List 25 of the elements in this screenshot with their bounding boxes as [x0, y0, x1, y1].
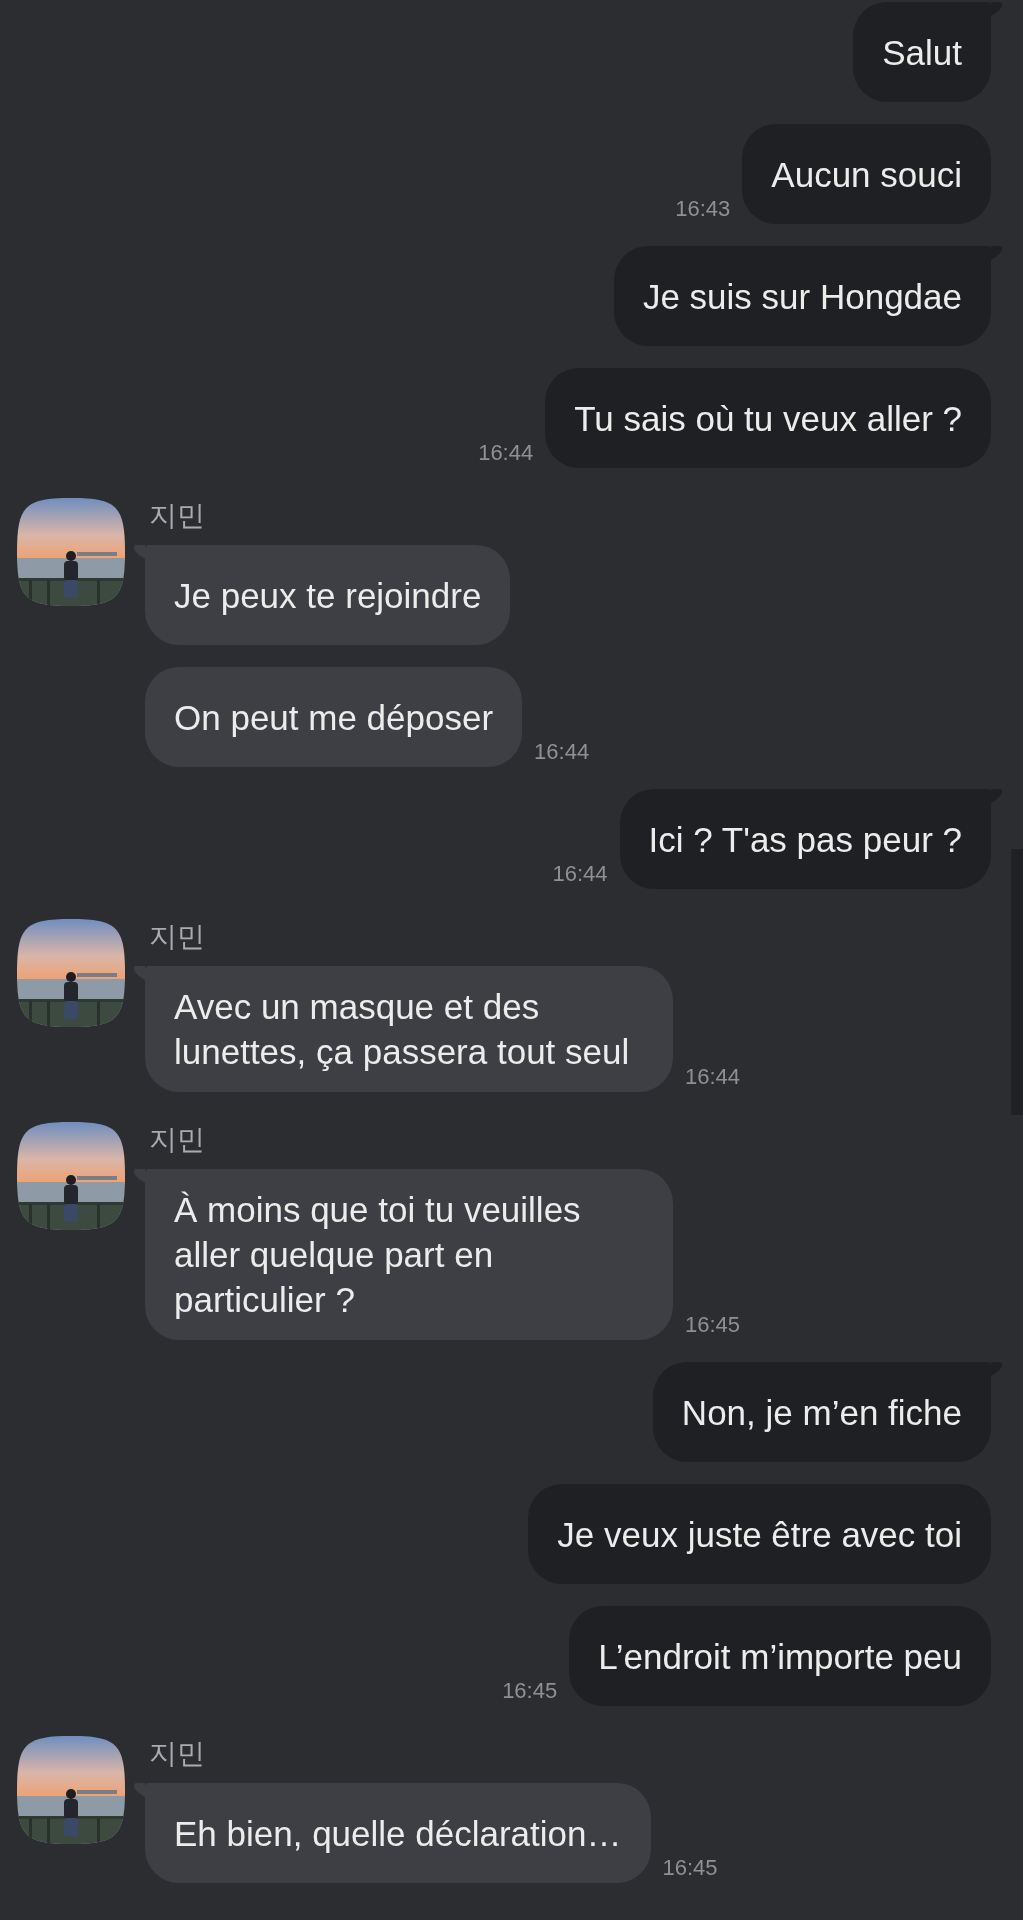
- message-bubble: Je suis sur Hongdae: [613, 246, 991, 346]
- message-bubble: Eh bien, quelle déclaration…: [145, 1783, 651, 1883]
- message-bubble: Aucun souci: [742, 124, 991, 224]
- message-bubble: L’endroit m’importe peu: [569, 1606, 991, 1706]
- message-bubble: Avec un masque et des lunettes, ça passera tout seul: [145, 966, 673, 1092]
- timestamp: 16:43: [675, 196, 731, 222]
- timestamp: 16:44: [534, 739, 590, 765]
- message-bubble: Non, je m’en fiche: [652, 1362, 991, 1462]
- sender-name: 지민: [148, 1123, 206, 1157]
- timestamp: 16:44: [685, 1064, 741, 1090]
- message-bubble: Je veux juste être avec toi: [528, 1484, 991, 1584]
- sender-name: 지민: [148, 499, 206, 533]
- message-bubble: Ici ? T'as pas peur ?: [619, 789, 991, 889]
- timestamp: 16:45: [662, 1855, 718, 1881]
- message-bubble: Je peux te rejoindre: [145, 545, 511, 645]
- message-bubble: On peut me déposer: [145, 667, 523, 767]
- sender-name: 지민: [148, 920, 206, 954]
- timestamp: 16:45: [502, 1678, 558, 1704]
- timestamp: 16:44: [478, 440, 534, 466]
- timestamp: 16:45: [685, 1312, 741, 1338]
- sender-name: 지민: [148, 1737, 206, 1771]
- message-bubble: À moins que toi tu veuilles aller quelque part en particulier ?: [145, 1169, 673, 1340]
- message-bubble: Tu sais où tu veux aller ?: [545, 368, 991, 468]
- timestamp: 16:44: [552, 861, 608, 887]
- message-bubble: Salut: [853, 2, 991, 102]
